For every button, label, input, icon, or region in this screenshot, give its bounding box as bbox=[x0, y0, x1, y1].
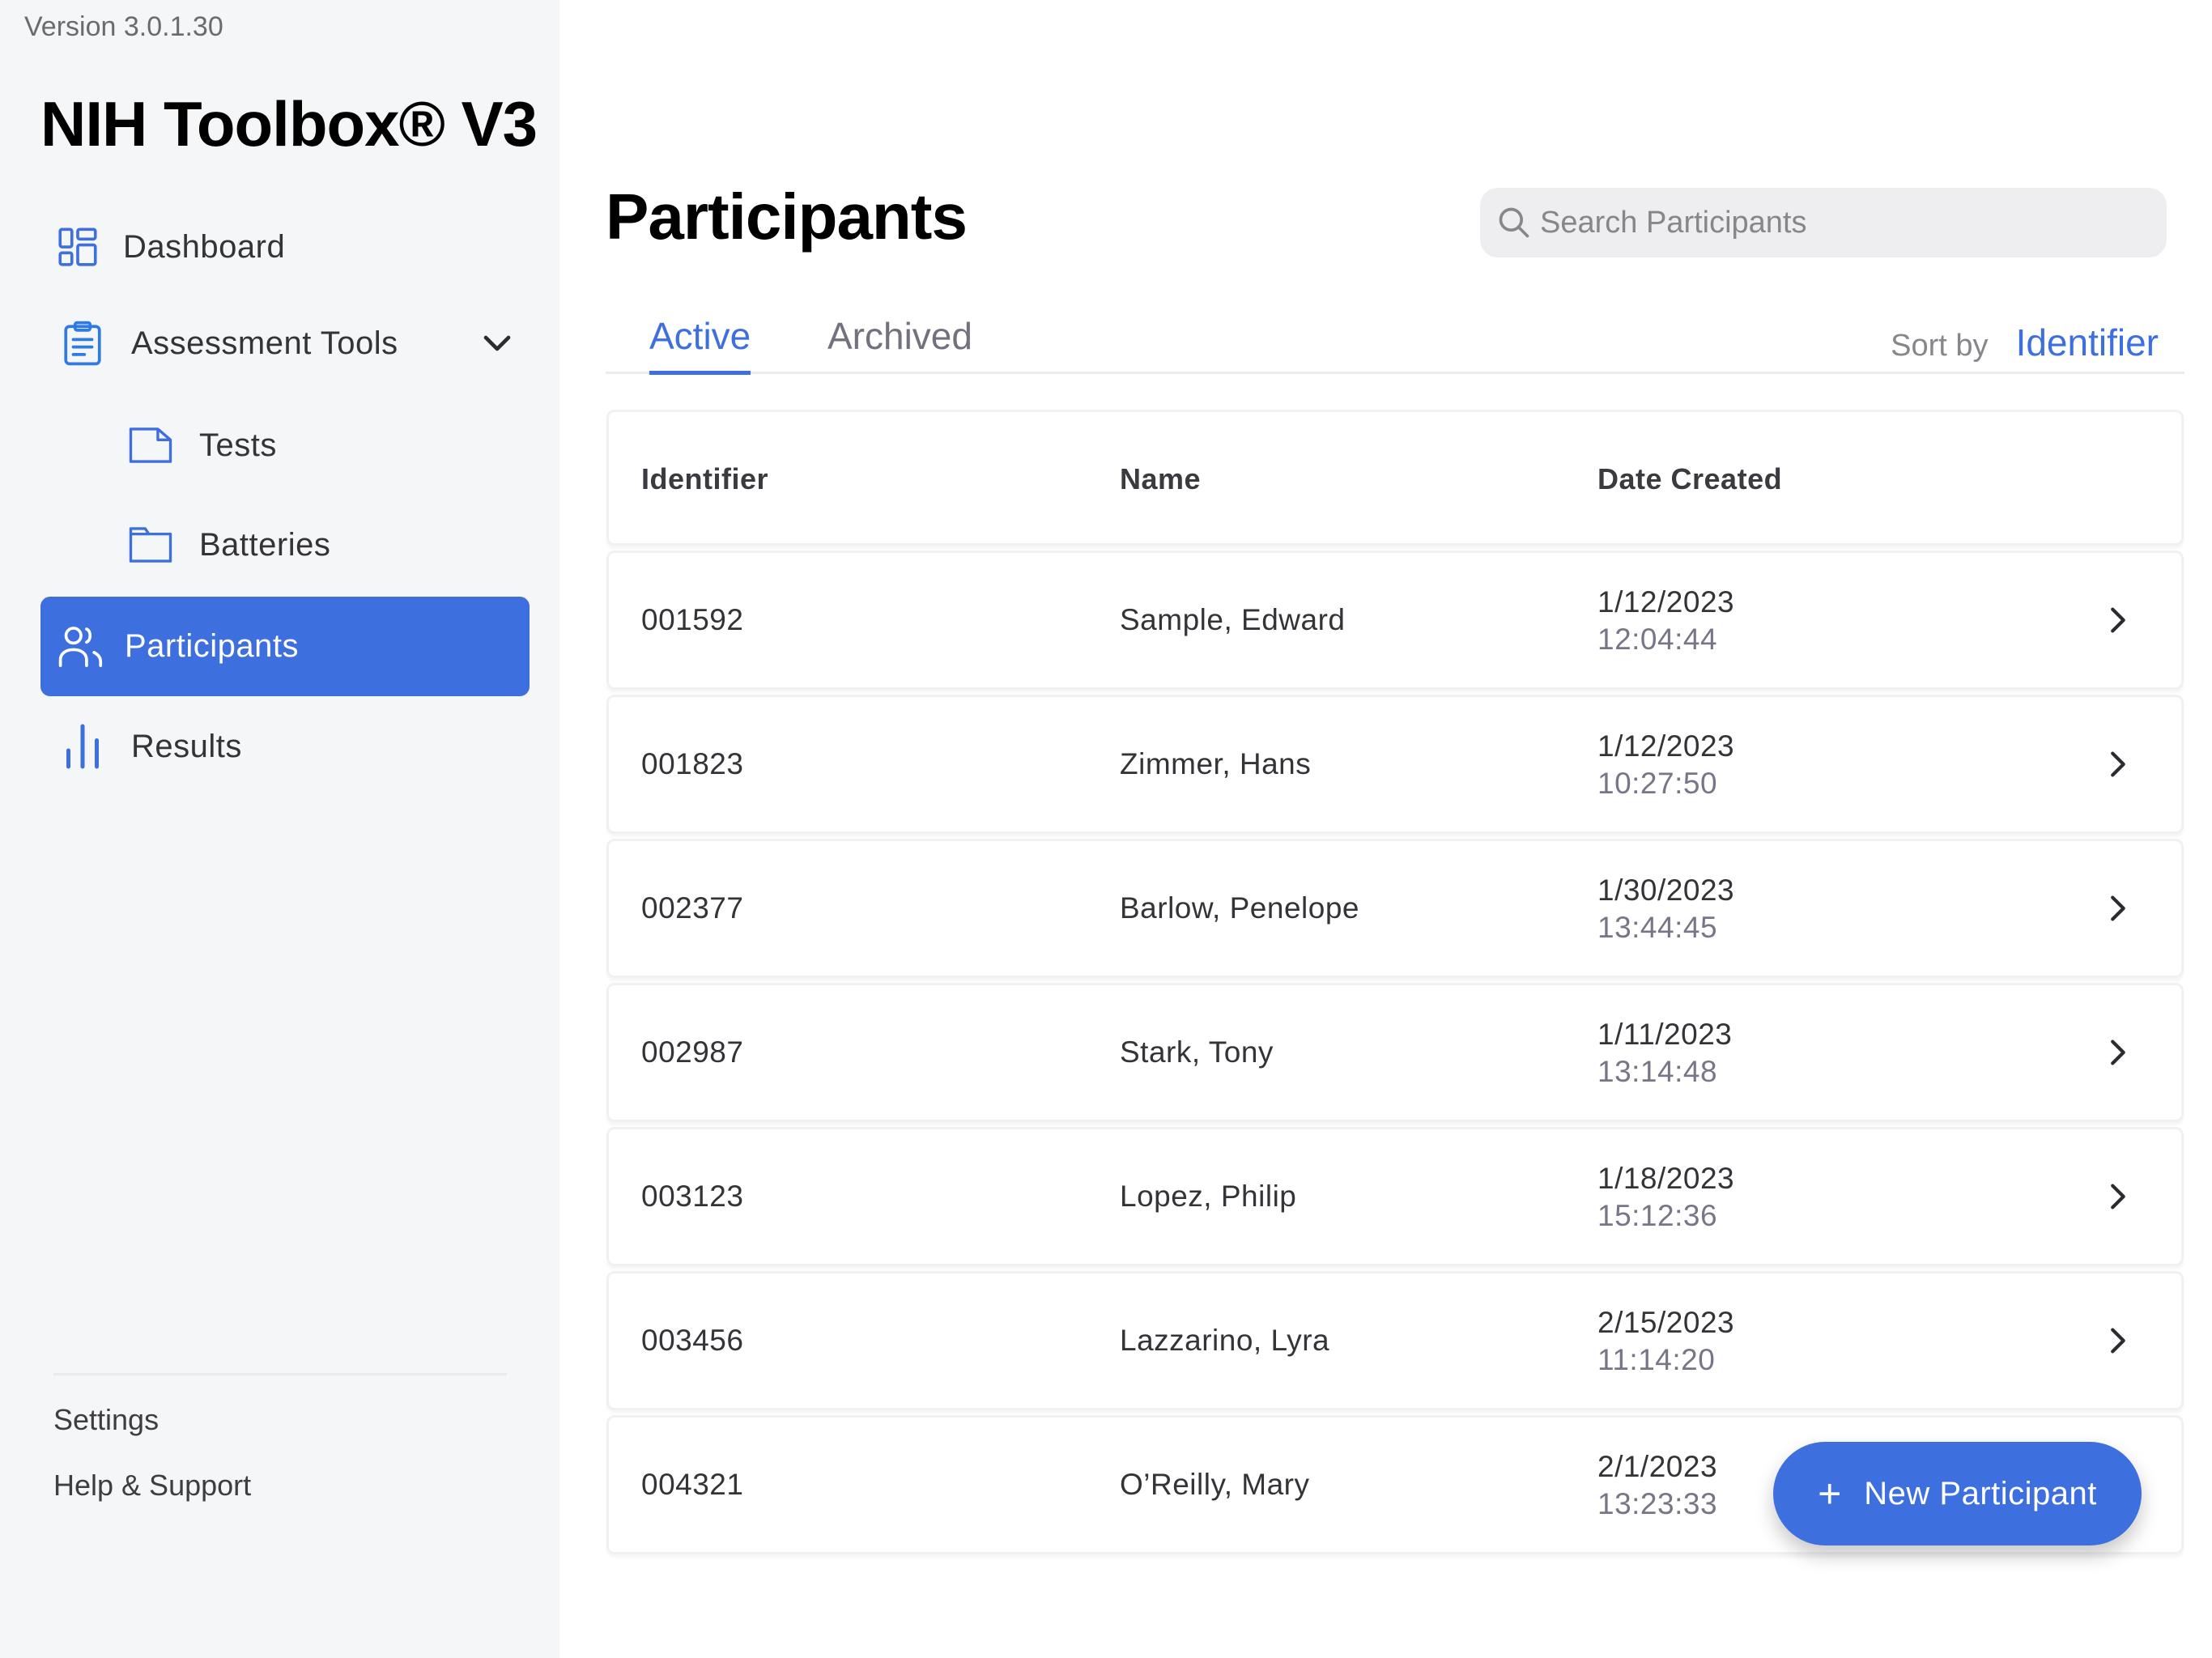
participant-identifier: 003123 bbox=[641, 1180, 744, 1213]
table-header: Identifier Name Date Created bbox=[606, 410, 2184, 546]
sidebar-item-tests[interactable]: Tests bbox=[126, 405, 277, 486]
date-created: 1/11/2023 13:14:48 bbox=[1597, 1016, 1732, 1090]
document-icon bbox=[126, 421, 175, 470]
date: 2/1/2023 bbox=[1597, 1450, 1718, 1483]
participant-identifier: 002377 bbox=[641, 891, 744, 925]
participant-name: Lazzarino, Lyra bbox=[1120, 1324, 1330, 1357]
date: 1/11/2023 bbox=[1597, 1018, 1733, 1051]
date-created: 1/12/2023 12:04:44 bbox=[1597, 584, 1734, 658]
tab-archived[interactable]: Archived bbox=[827, 314, 972, 358]
sidebar-item-batteries[interactable]: Batteries bbox=[126, 504, 330, 585]
table-row[interactable]: 002987 Stark, Tony 1/11/2023 13:14:48 bbox=[606, 983, 2184, 1122]
new-participant-button[interactable]: + New Participant bbox=[1773, 1442, 2142, 1545]
sidebar-divider bbox=[53, 1373, 507, 1375]
column-header-date-created[interactable]: Date Created bbox=[1597, 462, 1782, 496]
sidebar-item-label: Participants bbox=[125, 628, 299, 664]
table-row[interactable]: 001823 Zimmer, Hans 1/12/2023 10:27:50 bbox=[606, 695, 2184, 834]
time: 10:27:50 bbox=[1597, 767, 1718, 800]
tab-label: Active bbox=[649, 315, 751, 357]
table-row[interactable]: 002377 Barlow, Penelope 1/30/2023 13:44:… bbox=[606, 839, 2184, 978]
clipboard-icon bbox=[58, 319, 107, 368]
time: 11:14:20 bbox=[1597, 1343, 1716, 1376]
date-created: 1/30/2023 13:44:45 bbox=[1597, 872, 1734, 946]
time: 13:23:33 bbox=[1597, 1487, 1718, 1520]
sidebar-item-assessment-tools[interactable]: Assessment Tools bbox=[58, 303, 520, 384]
search-icon bbox=[1496, 205, 1532, 240]
sidebar-item-label: Batteries bbox=[199, 526, 331, 563]
sidebar-item-label: Tests bbox=[199, 427, 277, 463]
date: 1/12/2023 bbox=[1597, 729, 1735, 763]
participant-identifier: 003456 bbox=[641, 1324, 744, 1357]
sidebar: Version 3.0.1.30 NIH Toolbox® V3 Dashboa… bbox=[0, 0, 559, 1658]
sidebar-item-label: Results bbox=[131, 728, 242, 764]
page-title: Participants bbox=[606, 181, 968, 253]
column-header-name[interactable]: Name bbox=[1120, 462, 1201, 496]
participants-table: Identifier Name Date Created 001592 Samp… bbox=[606, 410, 2184, 1554]
help-support-link[interactable]: Help & Support bbox=[53, 1469, 251, 1503]
bar-chart-icon bbox=[58, 722, 107, 771]
date: 1/18/2023 bbox=[1597, 1162, 1735, 1195]
participant-name: Lopez, Philip bbox=[1120, 1180, 1297, 1213]
date-created: 1/18/2023 15:12:36 bbox=[1597, 1160, 1734, 1235]
sort-control: Sort by Identifier bbox=[1891, 321, 2159, 364]
active-tab-indicator bbox=[649, 371, 751, 375]
sidebar-item-results[interactable]: Results bbox=[58, 706, 242, 787]
participant-identifier: 004321 bbox=[641, 1468, 744, 1501]
tab-label: Archived bbox=[827, 315, 972, 357]
table-row[interactable]: 003123 Lopez, Philip 1/18/2023 15:12:36 bbox=[606, 1127, 2184, 1266]
participant-identifier: 001592 bbox=[641, 603, 744, 636]
participant-name: O’Reilly, Mary bbox=[1120, 1468, 1310, 1501]
chevron-right-icon[interactable] bbox=[2099, 602, 2136, 639]
dashboard-icon bbox=[53, 223, 102, 271]
sort-label: Sort by bbox=[1891, 329, 1989, 363]
chevron-right-icon[interactable] bbox=[2099, 746, 2136, 783]
participant-name: Sample, Edward bbox=[1120, 603, 1346, 636]
table-row[interactable]: 001592 Sample, Edward 1/12/2023 12:04:44 bbox=[606, 551, 2184, 690]
participant-identifier: 002987 bbox=[641, 1035, 744, 1069]
sidebar-item-label: Dashboard bbox=[123, 228, 286, 265]
app-title: NIH Toolbox® V3 bbox=[40, 88, 538, 159]
date: 1/30/2023 bbox=[1597, 874, 1735, 907]
new-participant-label: New Participant bbox=[1864, 1475, 2097, 1511]
participant-name: Barlow, Penelope bbox=[1120, 891, 1359, 925]
sort-by-button[interactable]: Identifier bbox=[2016, 321, 2159, 364]
settings-link[interactable]: Settings bbox=[53, 1403, 159, 1437]
time: 13:44:45 bbox=[1597, 911, 1718, 944]
column-header-identifier[interactable]: Identifier bbox=[641, 462, 768, 496]
table-row[interactable]: 003456 Lazzarino, Lyra 2/15/2023 11:14:2… bbox=[606, 1271, 2184, 1410]
date: 1/12/2023 bbox=[1597, 585, 1735, 619]
users-icon bbox=[57, 623, 105, 671]
participant-name: Stark, Tony bbox=[1120, 1035, 1274, 1069]
participant-identifier: 001823 bbox=[641, 747, 744, 780]
tab-active[interactable]: Active bbox=[649, 314, 751, 375]
version-label: Version 3.0.1.30 bbox=[24, 11, 223, 42]
search-input[interactable] bbox=[1540, 205, 2155, 240]
sidebar-item-participants[interactable]: Participants bbox=[40, 597, 530, 696]
chevron-right-icon[interactable] bbox=[2099, 1322, 2136, 1359]
date-created: 2/1/2023 13:23:33 bbox=[1597, 1448, 1717, 1523]
chevron-down-icon[interactable] bbox=[474, 321, 520, 366]
time: 13:14:48 bbox=[1597, 1055, 1718, 1088]
participant-tabs: Active Archived Sort by Identifier bbox=[606, 308, 2184, 375]
sidebar-item-dashboard[interactable]: Dashboard bbox=[53, 206, 285, 287]
date: 2/15/2023 bbox=[1597, 1306, 1735, 1339]
chevron-right-icon[interactable] bbox=[2099, 1034, 2136, 1071]
search-bar[interactable] bbox=[1480, 188, 2167, 257]
participant-name: Zimmer, Hans bbox=[1120, 747, 1312, 780]
plus-icon: + bbox=[1818, 1471, 1842, 1516]
folder-icon bbox=[126, 521, 175, 569]
time: 12:04:44 bbox=[1597, 623, 1718, 656]
chevron-right-icon[interactable] bbox=[2099, 1178, 2136, 1215]
chevron-right-icon[interactable] bbox=[2099, 890, 2136, 927]
date-created: 2/15/2023 11:14:20 bbox=[1597, 1304, 1734, 1379]
time: 15:12:36 bbox=[1597, 1199, 1718, 1232]
sidebar-item-label: Assessment Tools bbox=[131, 325, 398, 361]
app-root: Version 3.0.1.30 NIH Toolbox® V3 Dashboa… bbox=[0, 0, 2212, 1658]
date-created: 1/12/2023 10:27:50 bbox=[1597, 728, 1734, 802]
